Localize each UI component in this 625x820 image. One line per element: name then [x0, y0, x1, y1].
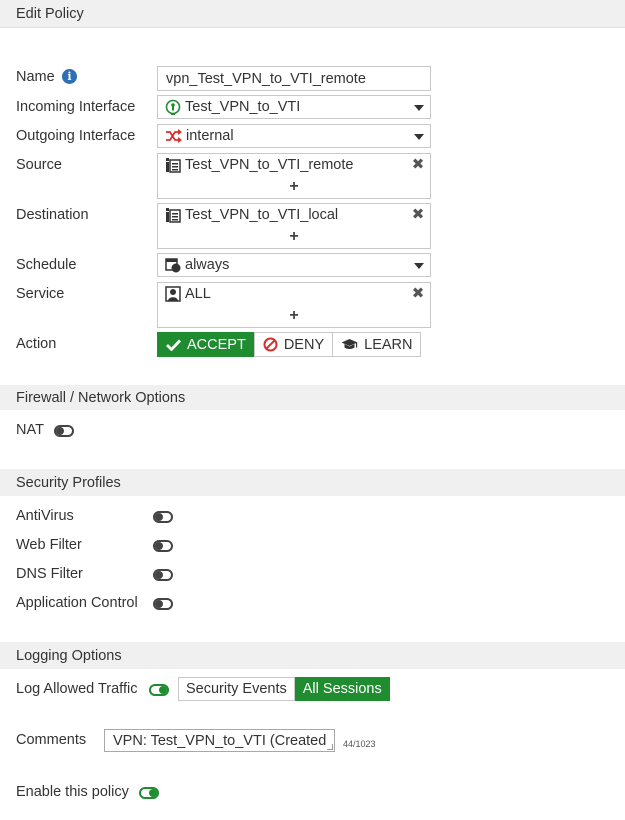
security-events-button[interactable]: Security Events [178, 677, 295, 701]
destination-remove-icon[interactable]: ✖ [411, 206, 425, 223]
all-sessions-button[interactable]: All Sessions [294, 677, 390, 701]
security-section-title: Security Profiles [16, 474, 121, 491]
accept-label: ACCEPT [187, 336, 246, 353]
log-allowed-traffic-toggle[interactable] [149, 684, 169, 696]
service-add-button[interactable]: + [158, 306, 430, 326]
service-icon [165, 286, 181, 302]
schedule-label: Schedule [16, 257, 77, 273]
security-section-header: Security Profiles [0, 469, 625, 496]
schedule-select[interactable]: always [157, 253, 431, 277]
nat-toggle[interactable] [54, 425, 74, 437]
deny-button[interactable]: DENY [253, 332, 334, 357]
web-filter-toggle[interactable] [153, 540, 173, 552]
page-header: Edit Policy [0, 0, 625, 28]
source-field[interactable]: Test_VPN_to_VTI_remote ✖ + [157, 153, 431, 199]
chevron-down-icon [414, 263, 424, 269]
log-allowed-traffic-label: Log Allowed Traffic [16, 681, 138, 697]
destination-entry: Test_VPN_to_VTI_local [165, 205, 338, 225]
name-value: vpn_Test_VPN_to_VTI_remote [166, 70, 366, 87]
outgoing-interface-value: internal [186, 128, 234, 144]
service-field[interactable]: ALL ✖ + [157, 282, 431, 328]
service-label: Service [16, 286, 65, 302]
comments-textarea[interactable]: VPN: Test_VPN_to_VTI (Created [104, 729, 335, 752]
deny-icon [263, 337, 278, 352]
incoming-interface-select[interactable]: Test_VPN_to_VTI [157, 95, 431, 119]
antivirus-toggle[interactable] [153, 511, 173, 523]
incoming-interface-label: Incoming Interface [16, 99, 136, 115]
service-entry: ALL [165, 284, 211, 304]
resize-handle-icon[interactable] [327, 744, 333, 750]
log-mode-group: Security Events All Sessions [178, 677, 390, 701]
shuffle-interface-icon [165, 129, 182, 143]
nat-label: NAT [16, 422, 44, 438]
graduation-cap-icon [341, 338, 358, 351]
info-icon[interactable]: i [62, 69, 77, 84]
enable-policy-label: Enable this policy [16, 784, 129, 800]
address-group-icon [165, 157, 181, 173]
service-value: ALL [185, 286, 211, 302]
learn-label: LEARN [364, 336, 413, 353]
learn-button[interactable]: LEARN [332, 332, 422, 357]
destination-field[interactable]: Test_VPN_to_VTI_local ✖ + [157, 203, 431, 249]
antivirus-label: AntiVirus [16, 508, 74, 524]
service-remove-icon[interactable]: ✖ [411, 285, 425, 302]
tunnel-interface-icon [165, 99, 181, 115]
application-control-label: Application Control [16, 595, 138, 611]
enable-policy-toggle[interactable] [139, 787, 159, 799]
logging-section-header: Logging Options [0, 642, 625, 669]
application-control-toggle[interactable] [153, 598, 173, 610]
comments-label: Comments [16, 732, 87, 748]
deny-label: DENY [283, 336, 325, 353]
firewall-section-header: Firewall / Network Options [0, 385, 625, 410]
logging-section-title: Logging Options [16, 647, 122, 664]
source-remove-icon[interactable]: ✖ [411, 156, 425, 173]
accept-button[interactable]: ACCEPT [157, 332, 255, 357]
source-value: Test_VPN_to_VTI_remote [185, 157, 354, 173]
incoming-interface-value: Test_VPN_to_VTI [185, 99, 301, 115]
comments-char-counter: 44/1023 [343, 739, 376, 749]
dns-filter-label: DNS Filter [16, 566, 83, 582]
dns-filter-toggle[interactable] [153, 569, 173, 581]
source-entry: Test_VPN_to_VTI_remote [165, 155, 353, 175]
web-filter-label: Web Filter [16, 537, 82, 553]
chevron-down-icon [414, 134, 424, 140]
destination-add-button[interactable]: + [158, 227, 430, 247]
check-icon [166, 339, 181, 351]
source-label: Source [16, 157, 62, 173]
schedule-icon [165, 257, 181, 273]
name-label: Name [16, 69, 55, 85]
chevron-down-icon [414, 105, 424, 111]
name-input[interactable]: vpn_Test_VPN_to_VTI_remote [157, 66, 431, 91]
destination-value: Test_VPN_to_VTI_local [185, 207, 339, 223]
source-add-button[interactable]: + [158, 177, 430, 197]
action-label: Action [16, 336, 57, 352]
page-title: Edit Policy [16, 5, 84, 22]
address-group-icon [165, 207, 181, 223]
schedule-value: always [185, 257, 230, 273]
action-toggle-group: ACCEPT DENY LEARN [157, 332, 422, 357]
comments-value: VPN: Test_VPN_to_VTI (Created [113, 732, 327, 749]
firewall-section-title: Firewall / Network Options [16, 389, 186, 406]
outgoing-interface-label: Outgoing Interface [16, 128, 136, 144]
destination-label: Destination [16, 207, 89, 223]
outgoing-interface-select[interactable]: internal [157, 124, 431, 148]
